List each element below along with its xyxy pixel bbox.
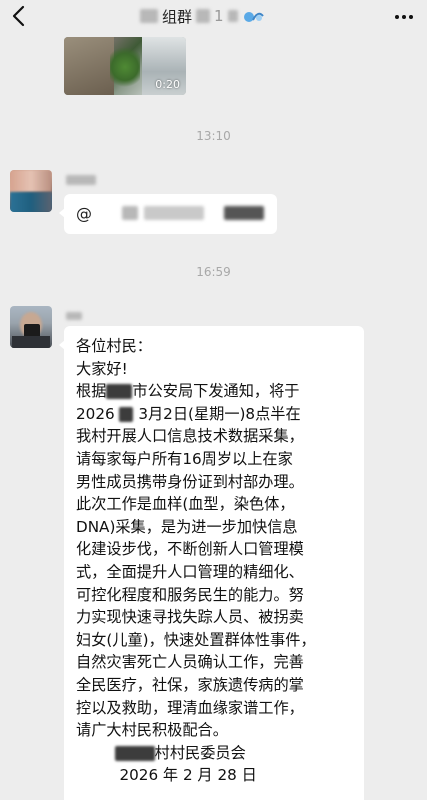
message-line: 我村开展人口信息技术数据采集， (76, 427, 304, 446)
redacted-mention (144, 206, 204, 220)
message-line: 请广大村民积极配合。 (76, 721, 228, 740)
redacted-mention (122, 206, 138, 220)
redacted-title-part (196, 9, 211, 23)
message-line: 式，全面提升人口管理的精细化、 (76, 562, 304, 581)
more-options-icon[interactable] (393, 8, 415, 26)
chat-timestamp: 16:59 (196, 265, 231, 279)
bubble-tail (59, 340, 65, 350)
redacted-title-part (227, 10, 238, 22)
message-line: 2026 (76, 404, 115, 423)
message-text: 各位村民： 大家好! 根据 市公安局下发通知，将于 2026 3月2日(星期一)8… (76, 335, 360, 787)
message-bubble[interactable]: @ (59, 194, 277, 234)
redacted-sender-name (66, 175, 96, 185)
redacted-title-part (140, 9, 158, 23)
chat-title-suffix: 1 (214, 7, 224, 25)
message-line: 自然灾害死亡人员确认工作，完善 (76, 653, 304, 672)
mention-prefix: @ (76, 204, 92, 223)
avatar-image-top (10, 170, 52, 192)
sender-avatar[interactable] (10, 170, 52, 212)
video-thumbnail-rock (64, 37, 114, 95)
message-line: DNA)采集，是为进一步加快信息 (76, 517, 298, 536)
message-bubble[interactable]: 各位村民： 大家好! 根据 市公安局下发通知，将于 2026 3月2日(星期一)8… (59, 326, 364, 800)
message-line: 可控化程度和服务民生的能力。努 (76, 585, 304, 604)
message-line: 化建设步伐，不断创新人口管理模 (76, 540, 304, 559)
redacted-mention (224, 206, 264, 220)
sender-avatar[interactable] (10, 306, 52, 348)
redacted-text (106, 384, 133, 400)
signature-line: 村村民委员会 (154, 743, 246, 762)
message-line: 根据 (76, 382, 107, 401)
message-line: 妇女(儿童)，快速处置群体性事件， (76, 630, 316, 649)
bubble-tail (59, 208, 65, 218)
message-line: 各位村民： (76, 337, 152, 355)
message-line: 全民医疗，社保，家族遗传病的掌 (76, 675, 304, 694)
chat-timestamp: 13:10 (196, 129, 231, 143)
date-line: 2026 年 2 月 28 日 (119, 766, 257, 785)
video-thumbnail-plant (110, 45, 140, 89)
message-line: 请每家每户所有16周岁以上在家 (76, 449, 293, 468)
message-line: 此次工作是血样(血型，染色体， (76, 495, 295, 514)
message-line: 男性成员携带身份证到村部办理。 (76, 472, 304, 491)
chevron-left-icon[interactable] (8, 2, 30, 30)
avatar-body (12, 336, 50, 348)
chat-title: 组群 1 (140, 5, 264, 27)
avatar-image-bottom (10, 192, 52, 212)
video-message[interactable]: 0:20 (64, 37, 186, 95)
chat-header: 组群 1 (0, 0, 427, 34)
message-line: 3月2日(星期一)8点半在 (138, 404, 301, 423)
video-duration: 0:20 (155, 78, 180, 91)
emoji-icon (243, 12, 264, 22)
redacted-text (114, 745, 155, 761)
message-line: 控以及救助，理清血缘家谱工作， (76, 698, 304, 717)
message-line: 市公安局下发通知，将于 (132, 382, 300, 401)
redacted-sender-name (66, 312, 82, 320)
redacted-text (119, 406, 134, 422)
message-line: 力实现快速寻找失踪人员、被拐卖 (76, 608, 304, 627)
message-line: 大家好! (76, 359, 128, 378)
chat-title-text: 组群 (162, 7, 193, 26)
